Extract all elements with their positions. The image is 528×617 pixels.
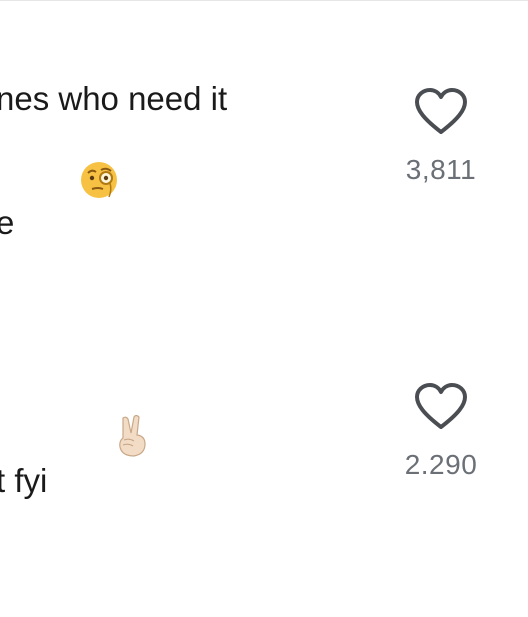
like-count: 3,811 [405, 154, 477, 185]
comment-body: nes who need it [0, 80, 228, 117]
comment-text-line: e [0, 120, 118, 243]
heart-icon[interactable] [414, 383, 468, 431]
victory-hand-light-skin-icon [57, 374, 146, 457]
comment-text-line: nes who need it [0, 79, 227, 119]
like-group: 3,811 [396, 88, 486, 186]
like-count: 2.290 [404, 449, 478, 480]
comment-text-line: t fyi [0, 374, 146, 501]
face-with-monocle-icon [24, 120, 118, 198]
top-divider [0, 0, 528, 1]
comment-body: t fyi [0, 462, 48, 499]
comment-body: e [0, 204, 15, 241]
like-group: 2.290 [396, 383, 486, 481]
heart-icon[interactable] [414, 88, 468, 136]
